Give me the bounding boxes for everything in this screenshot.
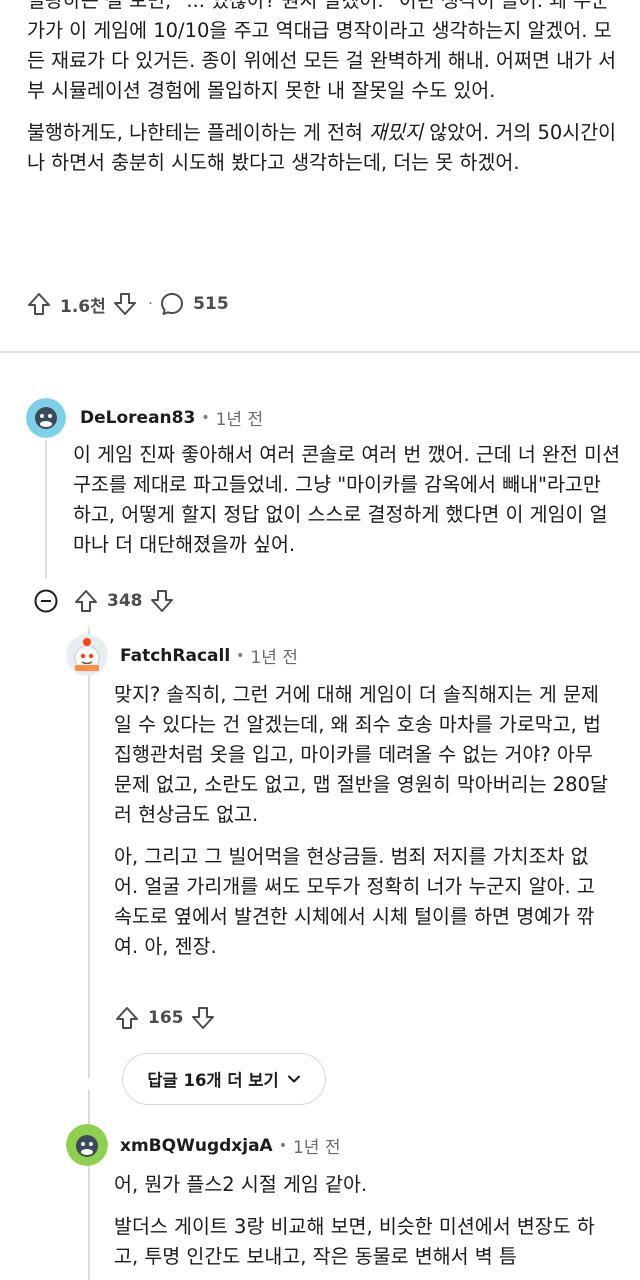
- comment-bubble-icon[interactable]: [159, 291, 185, 317]
- upvote-arrow-icon[interactable]: [114, 1005, 140, 1031]
- comment-author[interactable]: xmBQWugdxjaA: [120, 1136, 273, 1156]
- comment-action-bar: 165: [114, 1005, 216, 1031]
- upvote-arrow-icon[interactable]: [26, 291, 52, 317]
- comment-timestamp: 1년 전: [215, 410, 264, 430]
- comment-author[interactable]: DeLorean83: [80, 408, 195, 428]
- comment-header: FatchRacall • 1년 전: [120, 643, 298, 669]
- collapse-minus-icon[interactable]: [33, 588, 59, 614]
- comment-paragraph: 발더스 게이트 3랑 비교해 보면, 비슷한 미션에서 변장도 하고, 투명 인…: [114, 1215, 595, 1268]
- comment-paragraph: 이 게임 진짜 좋아해서 여러 콘솔로 여러 번 깼어. 근데 너 완전 미션 …: [73, 443, 621, 556]
- separator-dot: ·: [147, 294, 154, 314]
- comment-header: xmBQWugdxjaA • 1년 전: [120, 1133, 341, 1159]
- separator-dot: •: [278, 1137, 287, 1154]
- post-upvote-count: 1.6천: [60, 296, 106, 317]
- post-text-segment: 불행하게도, 나한테는 플레이하는 게 전혀: [27, 121, 370, 144]
- section-divider: [0, 351, 640, 353]
- upvote-arrow-icon[interactable]: [73, 588, 99, 614]
- avatar[interactable]: [66, 1124, 108, 1166]
- avatar[interactable]: [66, 634, 108, 676]
- post-action-bar: 1.6천 · 515: [26, 288, 235, 320]
- comment-body: 이 게임 진짜 좋아해서 여러 콘솔로 여러 번 깼어. 근데 너 완전 미션 …: [73, 440, 621, 572]
- comment-vote-count: 348: [107, 591, 143, 611]
- separator-dot: •: [236, 647, 245, 664]
- comment-timestamp: 1년 전: [250, 648, 298, 668]
- comment-header: DeLorean83 • 1년 전: [80, 405, 264, 431]
- comment-action-bar: 348: [33, 588, 175, 614]
- thread-line: [45, 440, 47, 578]
- post-text-emphasis: 재밌지: [369, 121, 423, 144]
- downvote-arrow-icon[interactable]: [149, 588, 175, 614]
- avatar[interactable]: [26, 398, 66, 438]
- thread-line: [88, 628, 90, 1078]
- comment-vote-count: 165: [148, 1008, 184, 1028]
- chevron-down-icon: [287, 1072, 301, 1086]
- comment-paragraph: 아, 그리고 그 빌어먹을 현상금들. 범죄 저지를 가치조차 없어. 얼굴 가…: [114, 845, 595, 958]
- more-replies-button[interactable]: 답글 16개 더 보기: [122, 1053, 326, 1105]
- comment-paragraph: 어, 뭔가 플스2 시절 게임 같아.: [114, 1173, 368, 1196]
- more-replies-label: 답글 16개 더 보기: [147, 1071, 279, 1090]
- post-paragraph: 열광하는 걸 보면, "... 있잖아? 뭔지 알겠어." 이런 생각이 들어.…: [27, 0, 617, 102]
- comment-body: 맞지? 솔직히, 그런 거에 대해 게임이 더 솔직해지는 게 문제일 수 있다…: [114, 680, 610, 974]
- post-body: 열광하는 걸 보면, "... 있잖아? 뭔지 알겠어." 이런 생각이 들어.…: [27, 0, 617, 178]
- comment-paragraph: 맞지? 솔직히, 그런 거에 대해 게임이 더 솔직해지는 게 문제일 수 있다…: [114, 683, 608, 826]
- downvote-arrow-icon[interactable]: [112, 291, 138, 317]
- comment-author[interactable]: FatchRacall: [120, 646, 230, 666]
- comment-timestamp: 1년 전: [292, 1138, 341, 1158]
- thread-line: [88, 1090, 90, 1280]
- post-paragraph: 불행하게도, 나한테는 플레이하는 게 전혀 재밌지 않았어. 거의 50시간이…: [27, 118, 617, 178]
- separator-dot: •: [201, 409, 210, 426]
- comment-body: 어, 뭔가 플스2 시절 게임 같아. 발더스 게이트 3랑 비교해 보면, 비…: [114, 1170, 610, 1280]
- comment-count: 515: [193, 294, 229, 314]
- downvote-arrow-icon[interactable]: [190, 1005, 216, 1031]
